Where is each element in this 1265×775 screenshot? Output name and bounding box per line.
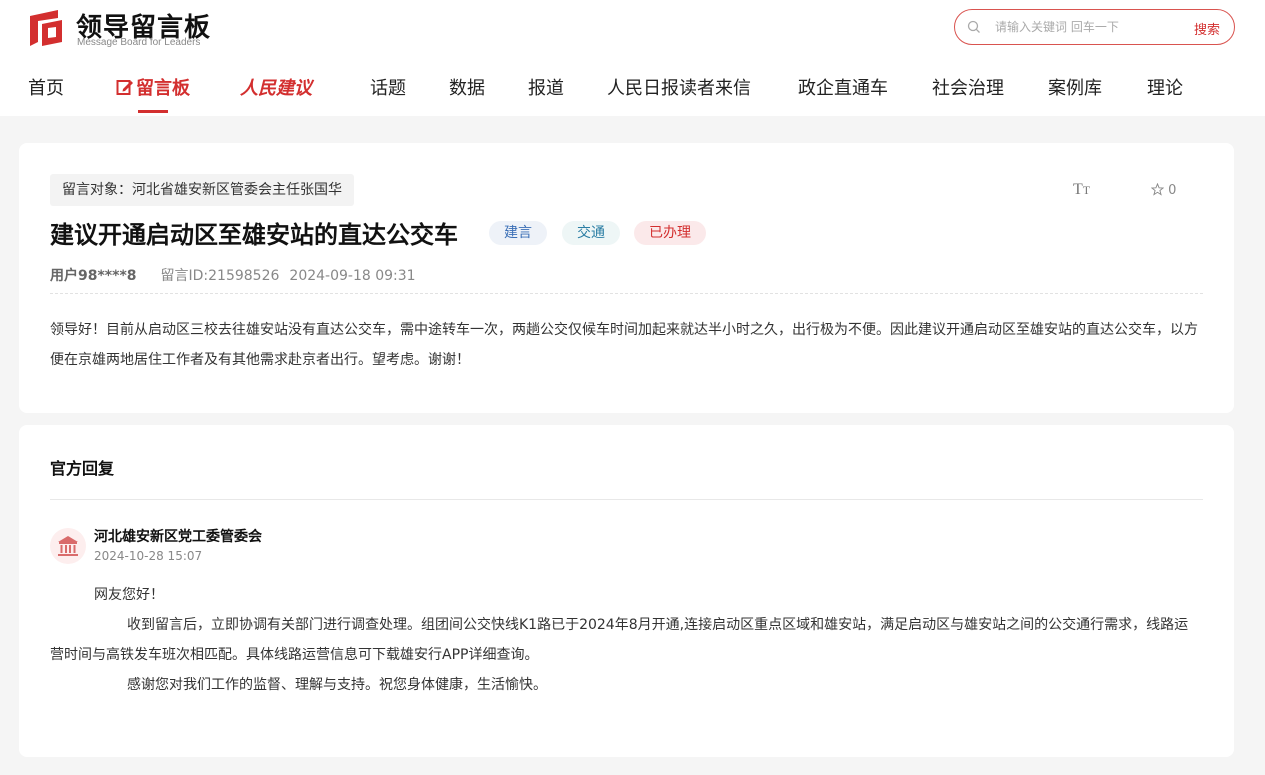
nav-item-home[interactable]: 首页 bbox=[28, 74, 64, 100]
nav-item-social-governance[interactable]: 社会治理 bbox=[932, 74, 1004, 100]
star-icon bbox=[1151, 183, 1164, 196]
favorite-button[interactable]: 0 bbox=[1151, 183, 1176, 198]
search-button[interactable]: 搜索 bbox=[1194, 19, 1220, 38]
divider bbox=[50, 293, 1203, 294]
reply-paragraph: 收到留言后，立即协调有关部门进行调查处理。组团间公交快线K1路已于2024年8月… bbox=[50, 617, 1189, 663]
tag-traffic[interactable]: 交通 bbox=[562, 221, 620, 245]
edit-icon bbox=[116, 80, 133, 95]
message-body: 领导好！目前从启动区三校去往雄安站没有直达公交车，需中途转车一次，两趟公交仅候车… bbox=[50, 322, 1198, 368]
logo-subtitle: Message Board for Leaders bbox=[77, 37, 201, 48]
message-user: 用户98****8 bbox=[50, 268, 137, 284]
nav-item-people-suggestions[interactable]: 人民建议 bbox=[240, 74, 312, 100]
reply-org-name: 河北雄安新区党工委管委会 bbox=[94, 529, 262, 545]
nav-item-topics[interactable]: 话题 bbox=[370, 74, 406, 100]
font-size-icon: TT bbox=[1073, 181, 1091, 198]
status-badge: 已办理 bbox=[634, 221, 706, 245]
nav-item-data[interactable]: 数据 bbox=[449, 74, 485, 100]
nav-item-message-board[interactable]: 留言板 bbox=[116, 74, 190, 100]
message-title: 建议开通启动区至雄安站的直达公交车 bbox=[50, 221, 458, 249]
nav-item-message-board-label: 留言板 bbox=[136, 78, 190, 99]
nav-item-reports[interactable]: 报道 bbox=[528, 74, 564, 100]
star-count: 0 bbox=[1168, 183, 1177, 198]
nav-item-case-library[interactable]: 案例库 bbox=[1048, 74, 1102, 100]
tag-suggestion[interactable]: 建言 bbox=[489, 221, 547, 245]
nav-item-reader-letters[interactable]: 人民日报读者来信 bbox=[607, 74, 751, 100]
reply-paragraph: 感谢您对我们工作的监督、理解与支持。祝您身体健康，生活愉快。 bbox=[127, 677, 547, 693]
font-size-toggle[interactable]: TT bbox=[1073, 181, 1090, 199]
search-input[interactable] bbox=[995, 17, 1175, 37]
site-header: 领导留言板 Message Board for Leaders 搜索 首页 留言… bbox=[0, 0, 1265, 116]
divider bbox=[50, 499, 1203, 500]
government-building-icon bbox=[58, 536, 78, 556]
main-nav: 首页 留言板 人民建议 话题 数据 报道 人民日报读者来信 政企直通车 社会治理… bbox=[0, 74, 1265, 114]
nav-active-indicator bbox=[138, 110, 168, 113]
message-card: 留言对象：河北省雄安新区管委会主任张国华 TT 0 建议开通启动区至雄安站的直达… bbox=[19, 143, 1234, 413]
reply-date: 2024-10-28 15:07 bbox=[94, 549, 203, 563]
official-reply-card: 官方回复 河北雄安新区党工委管委会 2024-10-28 15:07 网友您好！… bbox=[19, 425, 1234, 757]
search-box: 搜索 bbox=[954, 9, 1235, 45]
avatar bbox=[50, 528, 86, 564]
message-datetime: 2024-09-18 09:31 bbox=[289, 268, 416, 284]
nav-item-gov-enterprise[interactable]: 政企直通车 bbox=[798, 74, 888, 100]
reply-greeting: 网友您好！ bbox=[94, 587, 164, 603]
message-meta: 用户98****8 留言ID:21598526 2024-09-18 09:31 bbox=[50, 265, 416, 285]
message-target: 留言对象：河北省雄安新区管委会主任张国华 bbox=[50, 174, 354, 206]
reply-heading: 官方回复 bbox=[50, 459, 115, 478]
search-icon bbox=[967, 20, 980, 33]
message-id: 留言ID:21598526 bbox=[160, 268, 280, 284]
reply-body: 网友您好！ 收到留言后，立即协调有关部门进行调查处理。组团间公交快线K1路已于2… bbox=[50, 580, 1200, 700]
logo-mark-icon bbox=[30, 10, 62, 46]
nav-item-theory[interactable]: 理论 bbox=[1147, 74, 1183, 100]
